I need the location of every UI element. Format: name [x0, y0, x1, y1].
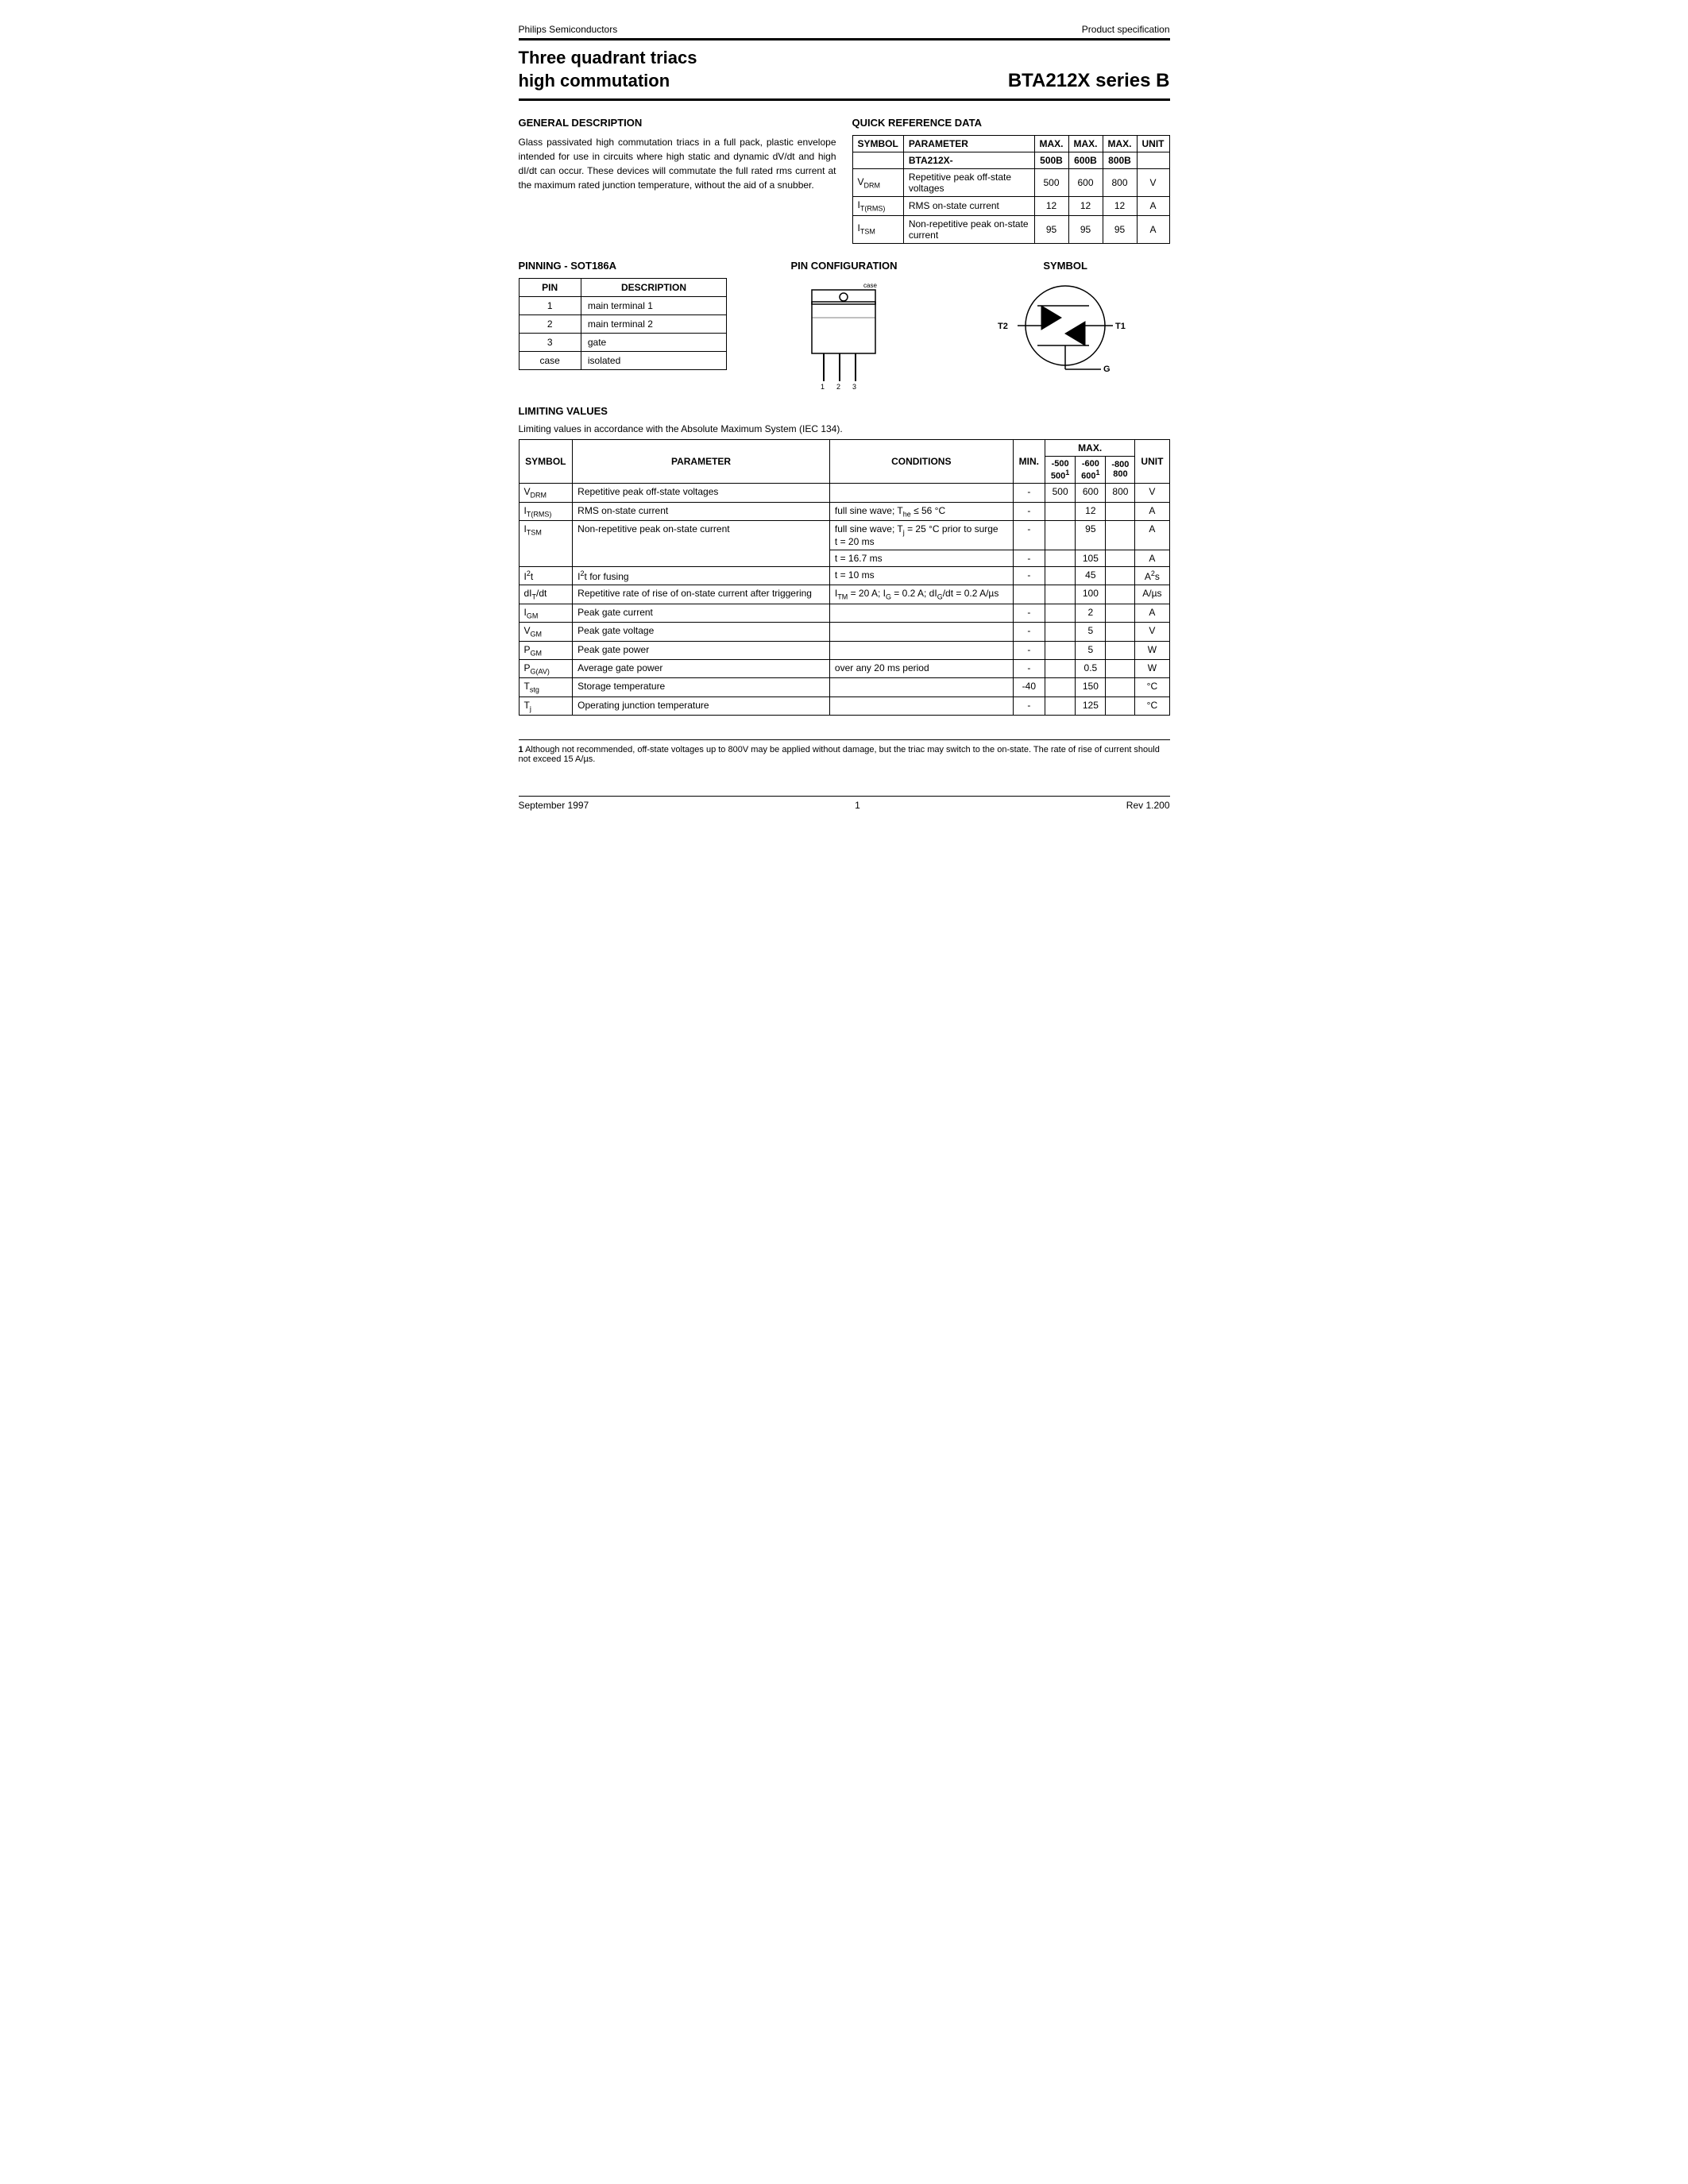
lv-row-didt: dIT/dt Repetitive rate of rise of on-sta…: [519, 585, 1169, 604]
lv-max-600: -6006001: [1076, 456, 1106, 484]
lv-max-500: -5005001: [1045, 456, 1075, 484]
lv-col-min: MIN.: [1013, 439, 1045, 484]
product-title: Three quadrant triacs high commutation: [519, 47, 697, 92]
triac-symbol: T2 T1 G: [994, 278, 1137, 381]
title-left: Three quadrant triacs high commutation: [519, 47, 697, 92]
pin-table: PIN DESCRIPTION 1 main terminal 1 2 main…: [519, 278, 728, 370]
footnote-text: 1 Although not recommended, off-state vo…: [519, 745, 1170, 764]
symbol-heading: SYMBOL: [1043, 260, 1087, 272]
page-footer: September 1997 1 Rev 1.200: [519, 796, 1170, 811]
qr-table: SYMBOL PARAMETER MAX. MAX. MAX. UNIT BTA…: [852, 135, 1170, 243]
qr-col-param: PARAMETER: [903, 136, 1034, 152]
symbol-section: SYMBOL T2 T1 G: [961, 260, 1170, 389]
pin-header-row: PIN DESCRIPTION: [519, 278, 727, 296]
lv-row-itrms: IT(RMS) RMS on-state current full sine w…: [519, 502, 1169, 520]
general-description: GENERAL DESCRIPTION Glass passivated hig…: [519, 117, 836, 243]
footer-date: September 1997: [519, 800, 589, 811]
svg-text:T1: T1: [1115, 322, 1126, 331]
pinning-section: PINNING - SOT186A PIN DESCRIPTION 1 main…: [519, 260, 728, 389]
limiting-values-section: LIMITING VALUES Limiting values in accor…: [519, 405, 1170, 716]
qr-col-max1: MAX.: [1034, 136, 1068, 152]
qr-col-unit: UNIT: [1137, 136, 1169, 152]
svg-text:3: 3: [852, 383, 856, 389]
lv-row-vdrm: VDRM Repetitive peak off-state voltages …: [519, 484, 1169, 502]
qr-row-itrms: IT(RMS) RMS on-state current 12 12 12 A: [852, 197, 1169, 215]
footnote: 1 Although not recommended, off-state vo…: [519, 739, 1170, 764]
pin-row-3: 3 gate: [519, 333, 727, 351]
qr-row-itsm: ITSM Non-repetitive peak on-state curren…: [852, 215, 1169, 243]
product-series: BTA212X series B: [1008, 70, 1170, 92]
lv-header-row: SYMBOL PARAMETER CONDITIONS MIN. MAX. UN…: [519, 439, 1169, 456]
package-diagram: case 1 2 3: [796, 278, 891, 389]
pin-row-case: case isolated: [519, 351, 727, 369]
limiting-subtitle: Limiting values in accordance with the A…: [519, 423, 1170, 434]
lv-col-max: MAX.: [1045, 439, 1134, 456]
lv-row-pgav: PG(AV) Average gate power over any 20 ms…: [519, 659, 1169, 677]
top-two-col: GENERAL DESCRIPTION Glass passivated hig…: [519, 117, 1170, 243]
pin-row-2: 2 main terminal 2: [519, 314, 727, 333]
pin-config-section: PIN CONFIGURATION case 1 2 3: [740, 260, 948, 389]
middle-three-col: PINNING - SOT186A PIN DESCRIPTION 1 main…: [519, 260, 1170, 389]
qr-heading: QUICK REFERENCE DATA: [852, 117, 1170, 129]
gen-desc-heading: GENERAL DESCRIPTION: [519, 117, 836, 129]
pin-config-heading: PIN CONFIGURATION: [790, 260, 897, 272]
lv-max-800: -800800: [1106, 456, 1135, 484]
quick-reference: QUICK REFERENCE DATA SYMBOL PARAMETER MA…: [852, 117, 1170, 243]
qr-header-row: SYMBOL PARAMETER MAX. MAX. MAX. UNIT: [852, 136, 1169, 152]
lv-row-i2t: I2t I2t for fusing t = 10 ms - 45 A2s: [519, 567, 1169, 585]
doc-type: Product specification: [1082, 24, 1170, 35]
svg-text:1: 1: [821, 383, 825, 389]
lv-col-conditions: CONDITIONS: [829, 439, 1013, 484]
pinning-heading: PINNING - SOT186A: [519, 260, 728, 272]
limiting-table: SYMBOL PARAMETER CONDITIONS MIN. MAX. UN…: [519, 439, 1170, 716]
pin-col-pin: PIN: [519, 278, 581, 296]
footer-page: 1: [855, 800, 860, 811]
pin-row-1: 1 main terminal 1: [519, 296, 727, 314]
svg-text:G: G: [1103, 365, 1111, 374]
svg-text:T2: T2: [998, 322, 1008, 331]
title-bar: Three quadrant triacs high commutation B…: [519, 38, 1170, 101]
svg-text:2: 2: [836, 383, 840, 389]
lv-row-tstg: Tstg Storage temperature -40 150 °C: [519, 678, 1169, 696]
qr-subheader-row: BTA212X- 500B 600B 800B: [852, 152, 1169, 169]
lv-row-igm: IGM Peak gate current - 2 A: [519, 604, 1169, 622]
lv-col-unit: UNIT: [1135, 439, 1169, 484]
lv-col-param: PARAMETER: [573, 439, 830, 484]
company-name: Philips Semiconductors: [519, 24, 618, 35]
lv-row-tj: Tj Operating junction temperature - 125 …: [519, 696, 1169, 715]
pin-col-desc: DESCRIPTION: [581, 278, 726, 296]
limiting-heading: LIMITING VALUES: [519, 405, 1170, 417]
lv-row-itsm: ITSM Non-repetitive peak on-state curren…: [519, 521, 1169, 550]
footer-rev: Rev 1.200: [1126, 800, 1170, 811]
qr-col-max2: MAX.: [1068, 136, 1103, 152]
gen-desc-text: Glass passivated high commutation triacs…: [519, 135, 836, 192]
svg-text:case: case: [863, 282, 877, 289]
qr-col-symbol: SYMBOL: [852, 136, 903, 152]
lv-row-pgm: PGM Peak gate power - 5 W: [519, 641, 1169, 659]
lv-col-symbol: SYMBOL: [519, 439, 573, 484]
qr-row-vdrm: VDRM Repetitive peak off-state voltages …: [852, 169, 1169, 197]
lv-row-vgm: VGM Peak gate voltage - 5 V: [519, 623, 1169, 641]
qr-col-max3: MAX.: [1103, 136, 1137, 152]
page-header: Philips Semiconductors Product specifica…: [519, 24, 1170, 35]
